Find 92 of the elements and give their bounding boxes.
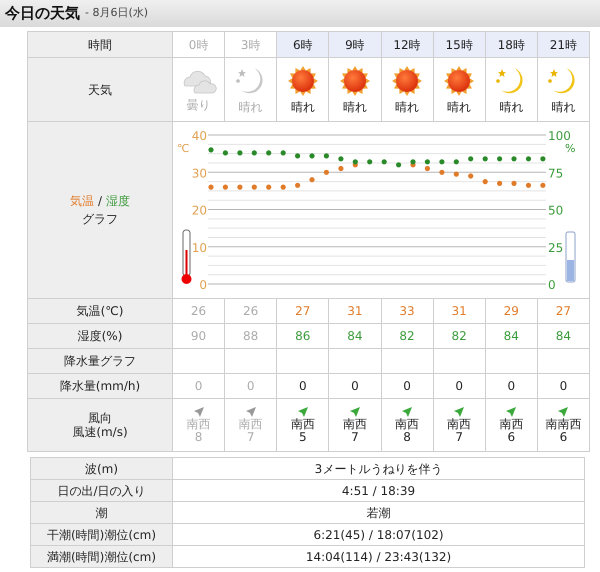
detail-value: 6:21(45) / 18:07(102) [313, 528, 444, 542]
rainfall-cell: 0 [172, 374, 225, 398]
row-label: 風向 [87, 410, 113, 425]
wind-direction: 南西 [394, 418, 420, 431]
wind-direction: 南西 [290, 418, 316, 431]
rainfall-cell: 0 [276, 374, 329, 398]
time-header: 3時 [224, 32, 277, 58]
row-label: 潮 [96, 506, 108, 520]
date-label: - 8月6日(水) [85, 5, 148, 22]
time-header: 0時 [172, 32, 225, 58]
temperature-cell: 26 [172, 298, 225, 324]
temp-legend: 気温 [70, 194, 94, 208]
separator-label: / [98, 194, 102, 208]
wind-speed: 8 [402, 431, 412, 444]
row-label: 時間 [88, 38, 112, 52]
wind-speed: 6 [558, 431, 568, 444]
humidity-cell: 84 [328, 324, 381, 348]
axis-unit-label: % [565, 142, 576, 155]
weather-label: 晴れ [238, 100, 263, 114]
humidity-cell: 82 [433, 324, 486, 348]
temperature-cell: 33 [381, 298, 434, 324]
row-label: 風速(m/s) [71, 425, 129, 440]
rainfall-cell: 0 [381, 374, 434, 398]
humidity-cell: 88 [224, 324, 277, 348]
row-label: 降水量グラフ [64, 354, 136, 369]
weather-label: 晴れ [447, 100, 472, 114]
rainfall-cell: 0 [485, 374, 538, 398]
wind-speed: 5 [298, 431, 308, 444]
axis-tick-label: 40 [192, 129, 207, 143]
wind-speed: 7 [454, 431, 464, 444]
row-label: 天気 [88, 82, 112, 98]
weather-label: 曇り [186, 98, 211, 112]
humidity-cell: 86 [276, 324, 329, 348]
detail-value: 4:51 / 18:39 [342, 484, 416, 498]
axis-tick-label: 100 [548, 129, 571, 143]
axis-tick-label: 0 [548, 278, 556, 292]
time-header: 12時 [381, 32, 434, 58]
rainfall-cell: 0 [328, 374, 381, 398]
wind-direction: 南西 [342, 418, 368, 431]
temperature-cell: 27 [276, 298, 329, 324]
axis-tick-label: 0 [199, 278, 207, 292]
wind-speed: 6 [506, 431, 516, 444]
row-label: 満潮(時間)潮位(cm) [46, 550, 156, 564]
temperature-cell: 26 [224, 298, 277, 324]
axis-tick-label: 50 [548, 204, 564, 218]
wind-speed: 7 [350, 431, 360, 444]
axis-unit-label: ℃ [177, 142, 190, 155]
humidity-cell: 82 [381, 324, 434, 348]
humidity-cell: 84 [537, 324, 590, 348]
wind-direction: 南西 [446, 418, 472, 431]
time-header: 9時 [328, 32, 381, 58]
graph-label: グラフ [82, 212, 118, 226]
temperature-cell: 31 [433, 298, 486, 324]
wind-speed: 8 [194, 431, 204, 444]
weather-label: 晴れ [290, 100, 315, 114]
wind-speed: 7 [246, 431, 256, 444]
humidity-cell: 90 [172, 324, 225, 348]
weather-label: 晴れ [395, 100, 420, 114]
rainfall-cell: 0 [537, 374, 590, 398]
detail-value: 若潮 [366, 506, 390, 520]
temperature-cell: 31 [328, 298, 381, 324]
row-label: 気温(℃) [76, 304, 124, 319]
axis-tick-label: 20 [192, 204, 207, 218]
wind-direction: 南西 [238, 418, 264, 431]
axis-tick-label: 75 [548, 166, 564, 180]
page-title: 今日の天気 [5, 3, 80, 24]
row-label: 波(m) [84, 462, 118, 476]
time-header: 21時 [537, 32, 590, 58]
detail-value: 3メートルうねりを伴う [314, 462, 442, 476]
row-label: 降水量(mm/h) [60, 379, 140, 394]
rainfall-cell: 0 [224, 374, 277, 398]
time-header: 18時 [485, 32, 538, 58]
weather-label: 晴れ [551, 100, 576, 114]
row-label: 干潮(時間)潮位(cm) [46, 528, 156, 542]
wind-direction: 南西 [186, 418, 212, 431]
axis-tick-label: 30 [192, 166, 207, 180]
row-label: 日の出/日の入り [57, 484, 146, 498]
weather-label: 晴れ [499, 100, 524, 114]
time-header: 15時 [433, 32, 486, 58]
humidity-cell: 84 [485, 324, 538, 348]
detail-value: 14:04(114) / 23:43(132) [306, 550, 452, 564]
temperature-cell: 29 [485, 298, 538, 324]
time-header: 6時 [276, 32, 329, 58]
temperature-cell: 27 [537, 298, 590, 324]
weather-label: 晴れ [342, 100, 367, 114]
axis-tick-label: 10 [192, 240, 207, 255]
humidity-legend: 湿度 [106, 194, 130, 208]
wind-direction: 南西 [498, 418, 524, 431]
axis-tick-label: 25 [548, 240, 564, 255]
row-label: 湿度(%) [78, 329, 122, 344]
wind-direction: 南南西 [544, 418, 582, 431]
rainfall-cell: 0 [433, 374, 486, 398]
